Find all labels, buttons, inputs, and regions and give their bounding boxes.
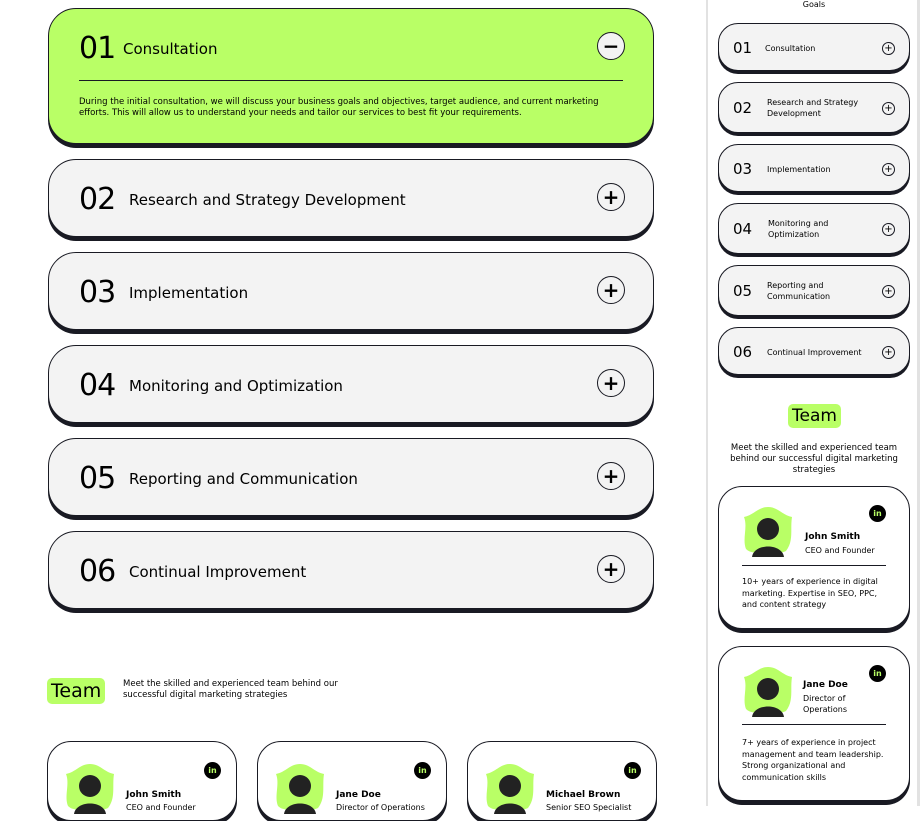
divider (742, 565, 886, 566)
mobile-accordion-item-4[interactable]: 04 Monitoring and Optimization + (718, 203, 910, 254)
divider (742, 724, 886, 725)
member-name: Jane Doe (803, 680, 848, 690)
step-title: Implementation (767, 165, 831, 174)
expand-button[interactable]: + (882, 102, 895, 115)
linkedin-icon[interactable]: in (869, 665, 886, 682)
member-name: John Smith (805, 532, 861, 542)
step-title: Reporting and Communication (129, 470, 358, 488)
step-title: Reporting and Communication (767, 281, 831, 301)
member-name: Michael Brown (546, 790, 621, 800)
step-title: Implementation (129, 284, 249, 302)
mobile-accordion-item-2[interactable]: 02 Research and Strategy Development + (718, 82, 910, 133)
linkedin-icon[interactable]: in (414, 762, 431, 779)
step-number: 04 (733, 220, 753, 238)
step-title: Monitoring and Optimization (129, 377, 343, 395)
mobile-team-heading: Team (788, 404, 841, 428)
divider (79, 80, 623, 81)
step-title: Continual Improvement (129, 563, 307, 581)
team-card: in Jane Doe Director of Operations (257, 741, 447, 821)
step-number: 03 (79, 275, 116, 310)
member-bio: 10+ years of experience in digital marke… (742, 577, 878, 609)
member-name: John Smith (126, 790, 182, 800)
step-number: 06 (79, 554, 116, 589)
step-number: 01 (79, 31, 116, 66)
mobile-accordion-item-3[interactable]: 03 Implementation + (718, 144, 910, 192)
step-number: 02 (733, 99, 753, 117)
step-number: 05 (79, 461, 116, 496)
step-title: Consultation (765, 44, 816, 53)
mobile-team-description: Meet the skilled and experienced team be… (730, 443, 898, 475)
step-title: Consultation (123, 40, 218, 58)
step-number: 01 (733, 39, 753, 57)
expand-button[interactable]: + (882, 42, 895, 55)
step-number: 03 (733, 160, 753, 178)
avatar (486, 764, 534, 814)
panel-divider (706, 0, 708, 806)
avatar (744, 507, 792, 557)
step-title: Monitoring and Optimization (768, 219, 829, 239)
expand-button[interactable]: + (882, 285, 895, 298)
accordion-item-2[interactable]: 02 Research and Strategy Development + (48, 159, 654, 237)
mobile-accordion-item-1[interactable]: 01 Consultation + (718, 23, 910, 71)
avatar (276, 764, 324, 814)
expand-button[interactable]: + (597, 555, 625, 583)
step-number: 06 (733, 343, 753, 361)
accordion-item-6[interactable]: 06 Continual Improvement + (48, 531, 654, 609)
team-heading: Team (47, 678, 106, 704)
step-title: Research and Strategy Development (129, 191, 406, 209)
team-card: in Michael Brown Senior SEO Specialist (467, 741, 657, 821)
step-number: 04 (79, 368, 116, 403)
linkedin-icon[interactable]: in (869, 505, 886, 522)
expand-button[interactable]: + (882, 346, 895, 359)
expand-button[interactable]: + (597, 183, 625, 211)
member-role: Director of Operations (803, 694, 847, 714)
expand-button[interactable]: + (597, 276, 625, 304)
avatar (744, 667, 792, 717)
team-description: Meet the skilled and experienced team be… (123, 679, 338, 700)
step-number: 02 (79, 182, 116, 217)
linkedin-icon[interactable]: in (204, 762, 221, 779)
accordion-item-3[interactable]: 03 Implementation + (48, 252, 654, 330)
mobile-top-text: Goals (802, 0, 826, 9)
expand-button[interactable]: + (882, 163, 895, 176)
mobile-team-card: in Jane Doe Director of Operations 7+ ye… (718, 646, 910, 801)
expand-button[interactable]: + (597, 462, 625, 490)
team-card: in John Smith CEO and Founder (47, 741, 237, 821)
step-number: 05 (733, 282, 753, 300)
linkedin-icon[interactable]: in (624, 762, 641, 779)
collapse-button[interactable]: − (597, 32, 625, 60)
accordion-item-4[interactable]: 04 Monitoring and Optimization + (48, 345, 654, 423)
expand-button[interactable]: + (882, 223, 895, 236)
step-title: Research and Strategy Development (767, 98, 859, 118)
member-role: Senior SEO Specialist (546, 803, 632, 812)
mobile-accordion-item-5[interactable]: 05 Reporting and Communication + (718, 265, 910, 316)
step-description: During the initial consultation, we will… (79, 97, 599, 118)
step-title: Continual Improvement (767, 348, 862, 357)
member-name: Jane Doe (336, 790, 381, 800)
accordion-item-1[interactable]: 01 Consultation − During the initial con… (48, 8, 654, 144)
expand-button[interactable]: + (597, 369, 625, 397)
accordion-item-5[interactable]: 05 Reporting and Communication + (48, 438, 654, 516)
member-bio: 7+ years of experience in project manage… (742, 738, 884, 782)
avatar (66, 764, 114, 814)
mobile-accordion-item-6[interactable]: 06 Continual Improvement + (718, 327, 910, 375)
member-role: CEO and Founder (126, 803, 196, 812)
member-role: Director of Operations (336, 803, 425, 812)
member-role: CEO and Founder (805, 546, 875, 555)
mobile-team-card: in John Smith CEO and Founder 10+ years … (718, 486, 910, 629)
